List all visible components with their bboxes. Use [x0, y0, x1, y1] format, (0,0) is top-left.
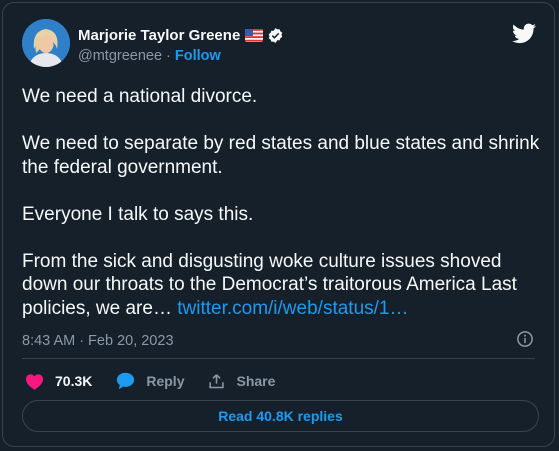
- read-replies-button[interactable]: Read 40.8K replies: [22, 400, 539, 432]
- tweet-date: Feb 20, 2023: [88, 333, 174, 349]
- author-handle[interactable]: @mtgreenee: [78, 48, 162, 64]
- tweet-paragraph: Everyone I talk to says this.: [22, 203, 254, 225]
- heart-icon: [26, 373, 43, 390]
- verified-icon: [269, 28, 283, 43]
- action-bar: 70.3K Reply Share: [25, 372, 299, 390]
- tweet-time: 8:43 AM: [22, 333, 76, 349]
- date-separator: ·: [79, 333, 85, 349]
- author-name-row: Marjorie Taylor Greene: [78, 27, 284, 44]
- share-label: Share: [236, 373, 276, 389]
- twitter-bird-icon[interactable]: [512, 23, 536, 44]
- author-handle-row: @mtgreenee · Follow: [78, 48, 221, 64]
- avatar[interactable]: [22, 19, 70, 67]
- tweet-paragraph: We need a national divorce.: [22, 86, 258, 107]
- tweet-card: Marjorie Taylor Greene @mtgreenee · Foll…: [2, 2, 555, 447]
- tweet-text: We need a national divorce. We need to s…: [22, 85, 542, 320]
- reply-label: Reply: [146, 373, 185, 389]
- share-button[interactable]: Share: [208, 373, 275, 390]
- like-count: 70.3K: [55, 373, 93, 389]
- handle-separator: ·: [166, 48, 171, 64]
- tweet-paragraph-last: From the sick and disgusting woke cultur…: [22, 250, 542, 321]
- author-name[interactable]: Marjorie Taylor Greene: [78, 27, 240, 44]
- us-flag-icon: [245, 29, 264, 42]
- like-button[interactable]: 70.3K: [25, 373, 92, 390]
- tweet-paragraph: We need to separate by red states and bl…: [22, 133, 540, 178]
- divider: [22, 358, 535, 359]
- follow-button[interactable]: Follow: [175, 48, 221, 64]
- reply-button[interactable]: Reply: [116, 372, 184, 390]
- tweet-link[interactable]: twitter.com/i/web/status/1…: [177, 298, 408, 319]
- timestamp[interactable]: 8:43 AM · Feb 20, 2023: [22, 333, 174, 349]
- share-icon: [209, 373, 225, 388]
- info-icon[interactable]: [516, 330, 534, 348]
- reply-bubble-icon: [117, 372, 135, 390]
